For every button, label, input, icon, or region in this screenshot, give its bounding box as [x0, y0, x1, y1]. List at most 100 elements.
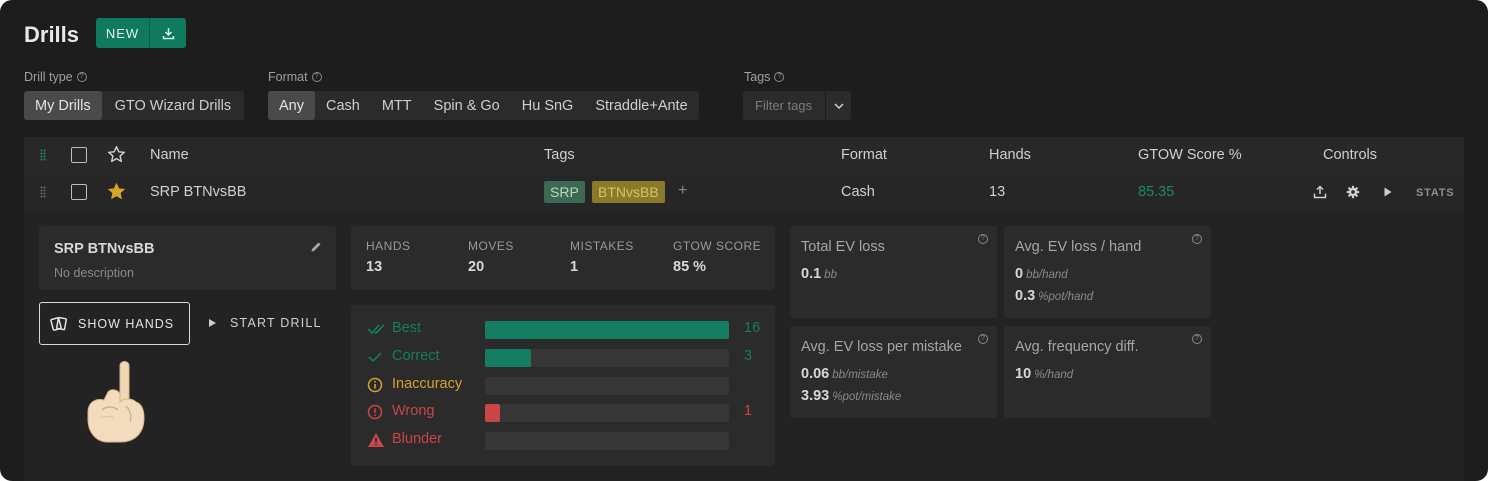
column-header-tags[interactable]: Tags [544, 147, 575, 163]
result-bar-fill [485, 404, 500, 422]
stat-value-hands: 13 [366, 259, 383, 275]
tag-chip[interactable]: SRP [544, 181, 585, 203]
pointing-hand-icon [87, 361, 145, 443]
results-card: Best 16 Correct 3 Inaccuracy Wrong 1 Blu… [351, 305, 775, 466]
format-option-cash[interactable]: Cash [315, 91, 371, 120]
result-label: Blunder [392, 431, 442, 447]
column-header-hands[interactable]: Hands [989, 147, 1031, 163]
drill-type-option-my-drills[interactable]: My Drills [24, 91, 102, 120]
format-option-spin-go[interactable]: Spin & Go [423, 91, 511, 120]
drill-info-card: SRP BTNvsBB No description [39, 226, 336, 290]
star-outline-icon[interactable] [107, 145, 126, 164]
star-filled-icon[interactable] [107, 182, 126, 201]
format-option-any[interactable]: Any [268, 91, 315, 120]
result-bar-track [485, 432, 729, 450]
stat-value-mistakes: 1 [570, 259, 579, 275]
row-score: 85.35 [1138, 184, 1175, 200]
stats-button[interactable]: STATS [1416, 187, 1454, 199]
show-hands-label: SHOW HANDS [78, 316, 175, 331]
stat-label-moves: MOVES [468, 239, 514, 253]
row-hands: 13 [989, 184, 1006, 200]
download-icon [162, 27, 174, 39]
help-icon[interactable]: ? [1192, 234, 1202, 244]
result-count: 1 [744, 403, 753, 419]
result-count: 3 [744, 348, 753, 364]
metric-title: Avg. EV loss / hand [1015, 239, 1142, 255]
row-name: SRP BTNvsBB [150, 184, 247, 200]
drill-type-selector: My Drills GTO Wizard Drills [24, 91, 245, 120]
help-icon[interactable]: ? [76, 72, 87, 82]
metric-value: 0.1 bb [801, 266, 837, 282]
format-selector: Any Cash MTT Spin & Go Hu SnG Straddle+A… [268, 91, 699, 120]
table-row[interactable]: SRP BTNvsBB SRP BTNvsBB + Cash 13 85.35 … [24, 174, 1464, 210]
help-icon[interactable]: ? [978, 334, 988, 344]
stat-value-moves: 20 [468, 259, 485, 275]
metric-value: 0.06 bb/mistake [801, 366, 888, 382]
metric-title: Total EV loss [801, 239, 885, 255]
new-drill-button[interactable]: NEW [96, 18, 150, 48]
metric-card-total-ev: Total EV loss 0.1 bb ? [790, 226, 997, 318]
help-icon[interactable]: ? [774, 72, 785, 82]
drill-description: No description [54, 266, 134, 280]
result-bar-track [485, 321, 729, 339]
gear-icon[interactable] [1346, 185, 1360, 199]
show-hands-button[interactable]: SHOW HANDS [39, 302, 190, 345]
drag-handle-icon[interactable] [40, 186, 46, 198]
drag-handle-icon [40, 149, 46, 161]
app-frame: Drills NEW Drill type ? Format ? Tags ? … [0, 0, 1488, 481]
chevron-down-icon[interactable] [825, 91, 851, 120]
format-label: Format ? [268, 70, 322, 84]
column-header-controls: Controls [1323, 147, 1377, 163]
metric-value: 3.93 %pot/mistake [801, 388, 902, 404]
tag-filter-select[interactable]: Filter tags [743, 91, 851, 120]
tag-chip[interactable]: BTNvsBB [592, 181, 665, 203]
result-bar-fill [485, 321, 729, 339]
result-label: Wrong [392, 403, 435, 419]
column-header-name[interactable]: Name [150, 147, 189, 163]
metric-value: 0.3 %pot/hand [1015, 288, 1094, 304]
drill-name: SRP BTNvsBB [54, 241, 155, 257]
result-row-blunder: Blunder [367, 430, 767, 450]
result-bar-track [485, 377, 729, 395]
result-row-correct: Correct 3 [367, 347, 767, 367]
column-header-score[interactable]: GTOW Score % [1138, 147, 1242, 163]
row-checkbox[interactable] [71, 184, 87, 200]
metric-title: Avg. frequency diff. [1015, 339, 1139, 355]
help-icon[interactable]: ? [311, 72, 322, 82]
double-check-icon [367, 324, 385, 335]
pencil-icon[interactable] [310, 241, 322, 253]
result-row-best: Best 16 [367, 319, 767, 339]
metric-card-avg-freq: Avg. frequency diff. 10 %/hand ? [1004, 326, 1211, 418]
download-button[interactable] [150, 18, 186, 48]
metric-title: Avg. EV loss per mistake [801, 339, 962, 355]
format-option-hu-sng[interactable]: Hu SnG [511, 91, 585, 120]
metric-value: 10 %/hand [1015, 366, 1074, 382]
cards-icon [50, 316, 67, 331]
select-all-checkbox[interactable] [71, 147, 87, 163]
result-bar-fill [485, 349, 532, 367]
add-tag-button[interactable]: + [678, 182, 687, 200]
check-icon [368, 352, 382, 363]
stat-label-gtow-score: GTOW SCORE [673, 239, 762, 253]
format-option-straddle[interactable]: Straddle+Ante [584, 91, 698, 120]
drill-type-option-gto-wizard[interactable]: GTO Wizard Drills [102, 91, 245, 120]
table-header: Name Tags Format Hands GTOW Score % Cont… [24, 137, 1464, 174]
metric-card-avg-ev-hand: Avg. EV loss / hand 0 bb/hand 0.3 %pot/han… [1004, 226, 1211, 318]
start-drill-button[interactable]: START DRILL [208, 316, 322, 330]
result-label: Inaccuracy [392, 376, 463, 392]
help-icon[interactable]: ? [1192, 334, 1202, 344]
info-circle-icon [367, 377, 383, 393]
metric-value: 0 bb/hand [1015, 266, 1068, 282]
format-option-mtt[interactable]: MTT [371, 91, 423, 120]
share-icon[interactable] [1313, 185, 1327, 199]
new-button-group: NEW [96, 18, 186, 48]
result-row-inaccuracy: Inaccuracy [367, 375, 767, 395]
play-icon[interactable] [1383, 186, 1393, 198]
warning-triangle-icon [368, 433, 384, 447]
start-drill-label: START DRILL [230, 316, 322, 330]
result-label: Correct [392, 348, 440, 364]
tag-filter-placeholder: Filter tags [755, 98, 813, 113]
result-label: Best [392, 320, 422, 336]
help-icon[interactable]: ? [978, 234, 988, 244]
column-header-format[interactable]: Format [841, 147, 887, 163]
